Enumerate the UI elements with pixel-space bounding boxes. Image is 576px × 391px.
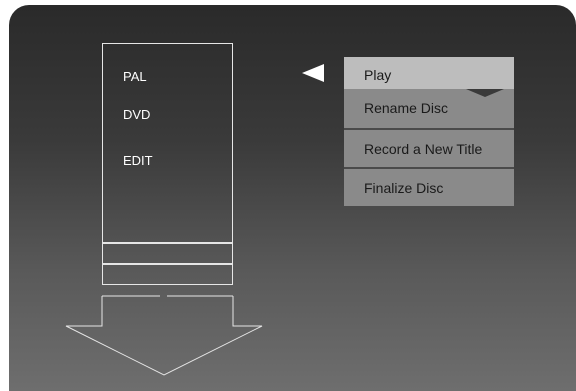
menu-item-finalize-disc[interactable]: Finalize Disc bbox=[344, 169, 514, 208]
menu-item-label: Finalize Disc bbox=[364, 180, 444, 196]
menu-item-label: Rename Disc bbox=[364, 100, 449, 116]
menu-item-play[interactable]: Play bbox=[344, 57, 514, 89]
menu-item-record-new-title[interactable]: Record a New Title bbox=[344, 130, 514, 169]
dvd-menu-screen: PAL DVD EDIT Play Rename Disc Record a N… bbox=[9, 5, 576, 391]
triangle-left-icon bbox=[302, 64, 324, 82]
menu-item-rename-disc[interactable]: Rename Disc bbox=[344, 89, 514, 130]
chevron-down-icon bbox=[466, 89, 504, 97]
disc-menu: Play Rename Disc Record a New Title Fina… bbox=[344, 57, 514, 208]
menu-item-label: Record a New Title bbox=[364, 141, 483, 157]
menu-item-label: Play bbox=[364, 67, 392, 83]
